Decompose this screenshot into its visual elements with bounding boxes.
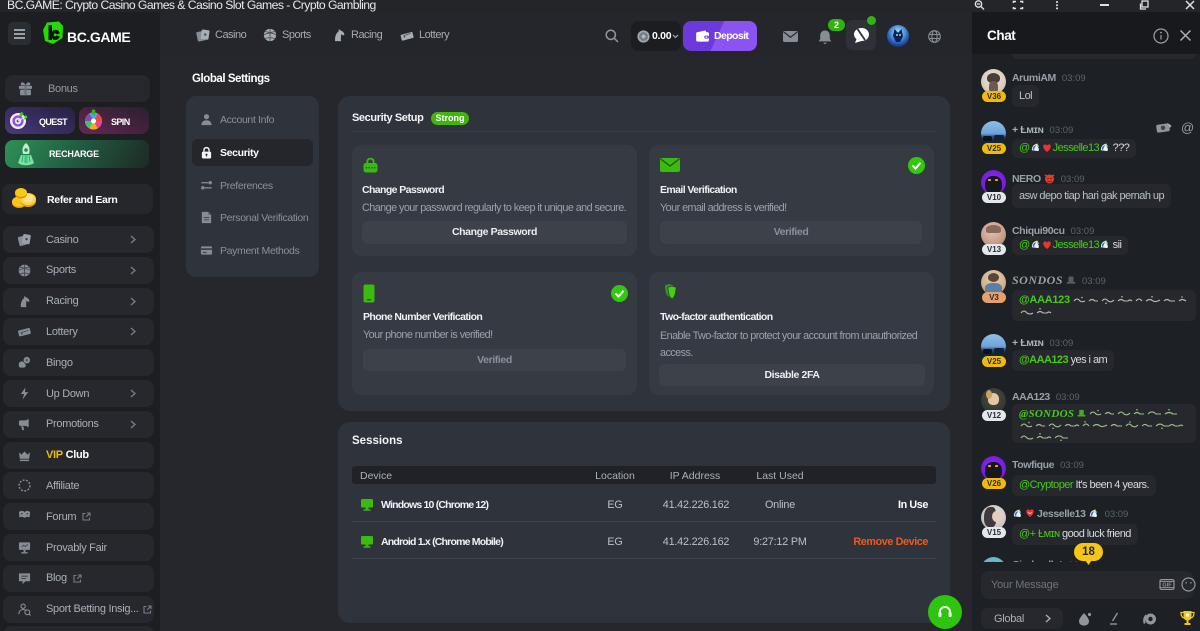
svg-text:GIF: GIF [1162, 583, 1172, 589]
